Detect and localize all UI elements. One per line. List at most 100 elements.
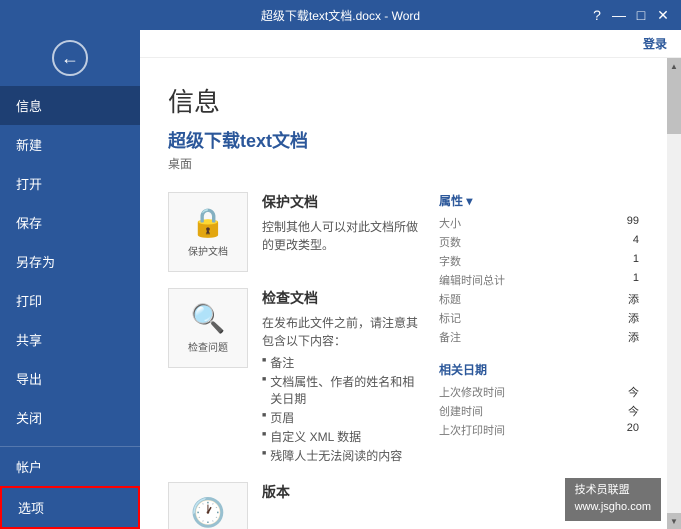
sidebar-item-export[interactable]: 导出: [0, 359, 140, 398]
list-item: 页眉: [262, 409, 419, 426]
prop-edittime-label: 编辑时间总计: [439, 272, 505, 288]
prop-size: 大小 99: [439, 215, 639, 231]
prop-size-value: 99: [627, 215, 639, 231]
list-item: 文档属性、作者的姓名和相关日期: [262, 373, 419, 407]
scroll-thumb[interactable]: [667, 74, 681, 134]
watermark-line1: 技术员联盟: [575, 482, 651, 500]
sidebar-item-print[interactable]: 打印: [0, 281, 140, 320]
inspect-icon: 🔍: [191, 302, 226, 335]
minimize-button[interactable]: —: [609, 5, 629, 25]
properties-header[interactable]: 属性 ▾: [439, 192, 639, 209]
protect-title: 保护文档: [262, 192, 419, 212]
prop-tags-label: 标记: [439, 310, 461, 326]
prop-size-label: 大小: [439, 215, 461, 231]
scroll-down-button[interactable]: ▼: [667, 513, 681, 529]
inspect-icon-box[interactable]: 🔍 检查问题: [168, 288, 248, 368]
content-wrapper: 登录 信息 超级下载text文档 桌面 🔒 保护文档: [140, 30, 681, 529]
protect-icon-box[interactable]: 🔒 保护文档: [168, 192, 248, 272]
inspect-desc-intro: 在发布此文件之前，请注意其包含以下内容：: [262, 314, 419, 350]
list-item: 残障人士无法阅读的内容: [262, 447, 419, 464]
doc-location: 桌面: [168, 155, 639, 172]
sidebar-item-close[interactable]: 关闭: [0, 398, 140, 437]
watermark: 技术员联盟 www.jsgho.com: [565, 478, 661, 521]
sidebar-item-share[interactable]: 共享: [0, 320, 140, 359]
protect-content: 保护文档 控制其他人可以对此文档所做的更改类型。: [262, 192, 419, 254]
prop-comment-value: 添: [628, 329, 639, 345]
page-title: 信息: [168, 82, 639, 119]
close-button[interactable]: ✕: [653, 5, 673, 25]
prop-created-value: 今: [628, 403, 639, 419]
prop-words-label: 字数: [439, 253, 461, 269]
prop-edittime: 编辑时间总计 1: [439, 272, 639, 288]
login-area: 登录: [140, 30, 681, 58]
version-card: 🕐 版本 版本: [168, 482, 419, 529]
prop-title: 标题 添: [439, 291, 639, 307]
prop-lastprint: 上次打印时间 20: [439, 422, 639, 438]
inspect-title: 检查文档: [262, 288, 419, 308]
version-icon: 🕐: [191, 496, 226, 529]
title-bar-controls: ? — □ ✕: [507, 5, 673, 25]
prop-tags-value: 添: [628, 310, 639, 326]
prop-words-value: 1: [633, 253, 639, 269]
login-button[interactable]: 登录: [643, 35, 667, 52]
sidebar-nav: 信息 新建 打开 保存 另存为 打印 共享 导出: [0, 86, 140, 446]
prop-lastmodified-value: 今: [628, 384, 639, 400]
prop-created: 创建时间 今: [439, 403, 639, 419]
sidebar-item-account[interactable]: 帐户: [0, 447, 140, 486]
inspect-list: 备注 文档属性、作者的姓名和相关日期 页眉 自定义 XML 数据 残障人士无法阅…: [262, 354, 419, 464]
title-bar: 超级下载text文档.docx - Word ? — □ ✕: [0, 0, 681, 30]
version-content: 版本: [262, 482, 419, 508]
prop-pages: 页数 4: [439, 234, 639, 250]
back-circle-icon: ←: [52, 40, 88, 76]
prop-title-label: 标题: [439, 291, 461, 307]
prop-created-label: 创建时间: [439, 403, 483, 419]
inspect-card: 🔍 检查问题 检查文档 在发布此文件之前，请注意其包含以下内容： 备注 文档属性…: [168, 288, 419, 466]
main-container: ← 信息 新建 打开 保存 另存为 打印 共享: [0, 30, 681, 529]
scroll-up-button[interactable]: ▲: [667, 58, 681, 74]
related-dates-section: 相关日期 上次修改时间 今 创建时间 今 上次打印时间 2: [439, 361, 639, 438]
sidebar-item-saveas[interactable]: 另存为: [0, 242, 140, 281]
list-item: 备注: [262, 354, 419, 371]
sidebar-item-options[interactable]: 选项: [0, 486, 140, 529]
prop-title-value: 添: [628, 291, 639, 307]
lock-icon: 🔒: [191, 206, 226, 239]
prop-pages-label: 页数: [439, 234, 461, 250]
protect-card: 🔒 保护文档 保护文档 控制其他人可以对此文档所做的更改类型。: [168, 192, 419, 272]
title-bar-title: 超级下载text文档.docx - Word: [174, 7, 507, 24]
help-button[interactable]: ?: [587, 5, 607, 25]
prop-lastprint-label: 上次打印时间: [439, 422, 505, 438]
sidebar-item-open[interactable]: 打开: [0, 164, 140, 203]
content-main: 信息 超级下载text文档 桌面 🔒 保护文档 保护文档: [140, 58, 667, 529]
related-dates-header: 相关日期: [439, 361, 639, 378]
sidebar-item-save[interactable]: 保存: [0, 203, 140, 242]
prop-tags: 标记 添: [439, 310, 639, 326]
prop-lastprint-value: 20: [627, 422, 639, 438]
prop-lastmodified-label: 上次修改时间: [439, 384, 505, 400]
properties-section: 属性 ▾ 大小 99 页数 4 字数 1: [439, 192, 639, 345]
prop-edittime-value: 1: [633, 272, 639, 288]
sidebar-item-info[interactable]: 信息: [0, 86, 140, 125]
content-area: 信息 超级下载text文档 桌面 🔒 保护文档 保护文档: [140, 58, 681, 529]
sidebar-item-new[interactable]: 新建: [0, 125, 140, 164]
scrollbar[interactable]: ▲ ▼: [667, 58, 681, 529]
list-item: 自定义 XML 数据: [262, 428, 419, 445]
inspect-icon-label: 检查问题: [188, 339, 228, 354]
version-title: 版本: [262, 482, 419, 502]
prop-pages-value: 4: [633, 234, 639, 250]
back-button[interactable]: ←: [0, 30, 140, 86]
prop-comment: 备注 添: [439, 329, 639, 345]
version-icon-box[interactable]: 🕐 版本: [168, 482, 248, 529]
sidebar: ← 信息 新建 打开 保存 另存为 打印 共享: [0, 30, 140, 529]
doc-title: 超级下载text文档: [168, 127, 639, 153]
protect-desc: 控制其他人可以对此文档所做的更改类型。: [262, 218, 419, 254]
prop-words: 字数 1: [439, 253, 639, 269]
info-cards: 🔒 保护文档 保护文档 控制其他人可以对此文档所做的更改类型。 🔍: [168, 192, 419, 529]
protect-icon-label: 保护文档: [188, 243, 228, 258]
inspect-content: 检查文档 在发布此文件之前，请注意其包含以下内容： 备注 文档属性、作者的姓名和…: [262, 288, 419, 466]
restore-button[interactable]: □: [631, 5, 651, 25]
watermark-line2: www.jsgho.com: [575, 499, 651, 517]
prop-lastmodified: 上次修改时间 今: [439, 384, 639, 400]
scroll-track: [667, 74, 681, 513]
prop-comment-label: 备注: [439, 329, 461, 345]
sidebar-bottom: 帐户 选项: [0, 446, 140, 529]
